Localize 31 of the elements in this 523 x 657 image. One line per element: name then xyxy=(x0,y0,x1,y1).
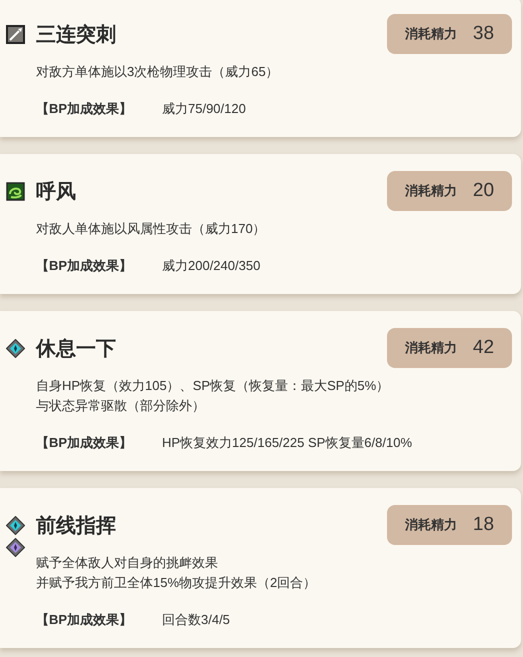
skill-name: 休息一下 xyxy=(36,336,116,362)
bp-label: 【BP加成效果】 xyxy=(36,611,134,629)
description-line: 与状态异常驱散（部分除外） xyxy=(36,397,206,415)
cost-value: 42 xyxy=(472,337,494,359)
bp-label: 【BP加成效果】 xyxy=(36,100,134,118)
bp-label: 【BP加成效果】 xyxy=(36,434,134,452)
bp-effect: HP恢复效力125/165/225 SP恢复量6/8/10% xyxy=(162,434,412,452)
skill-name: 呼风 xyxy=(36,180,76,204)
cost-label: 消耗精力 xyxy=(404,25,457,43)
cost-value: 20 xyxy=(472,180,494,202)
bp-effect: 威力75/90/120 xyxy=(162,100,246,118)
cost-label: 消耗精力 xyxy=(404,339,457,357)
spear-icon xyxy=(6,25,25,44)
description-line: 并赋予我方前卫全体15%物攻提升效果（2回合） xyxy=(36,574,318,592)
skill-name: 前线指挥 xyxy=(36,514,116,538)
description-line: 自身HP恢复（效力105）、SP恢复（恢复量：最大SP的5%） xyxy=(36,377,390,395)
skill-name: 三连突刺 xyxy=(36,22,116,48)
bp-effect: 回合数3/4/5 xyxy=(162,611,230,629)
description-line: 对敌人单体施以风属性攻击（威力170） xyxy=(36,220,267,238)
diamond-gem-icon xyxy=(6,538,25,557)
cost-value: 38 xyxy=(472,23,494,45)
bp-label: 【BP加成效果】 xyxy=(36,257,134,275)
description-line: 对敌方单体施以3次枪物理攻击（威力65） xyxy=(36,63,280,81)
bp-effect: 威力200/240/350 xyxy=(162,257,260,275)
cost-label: 消耗精力 xyxy=(404,516,457,534)
cost-value: 18 xyxy=(472,514,494,536)
description-line: 赋予全体敌人对自身的挑衅效果 xyxy=(36,554,219,572)
wind-swirl-icon xyxy=(6,182,25,201)
cost-label: 消耗精力 xyxy=(404,182,457,200)
diamond-gem-icon xyxy=(6,516,25,535)
diamond-gem-icon xyxy=(6,339,25,358)
